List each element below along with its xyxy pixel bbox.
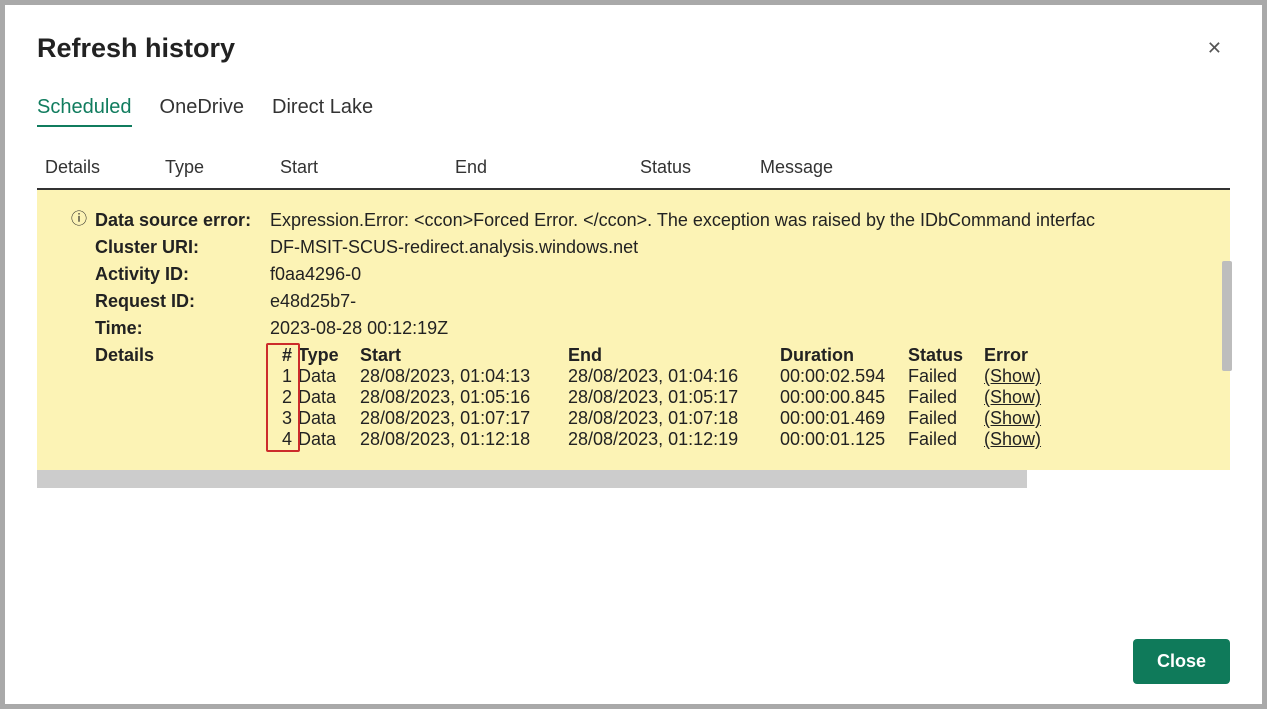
cell-start: 28/08/2023, 01:04:13 (360, 366, 568, 387)
cell-type: Data (298, 408, 360, 429)
cell-status: Failed (908, 366, 984, 387)
show-error-link[interactable]: (Show) (984, 429, 1041, 450)
cell-start: 28/08/2023, 01:05:16 (360, 387, 568, 408)
error-detail-panel: ⓘ Data source error: Expression.Error: <… (37, 190, 1230, 470)
request-id-value: e48d25b7- (270, 291, 1230, 312)
tab-direct-lake[interactable]: Direct Lake (272, 96, 373, 127)
cell-status: Failed (908, 387, 984, 408)
details-table-row: 2Data28/08/2023, 01:05:1628/08/2023, 01:… (270, 387, 1041, 408)
col-start: Start (280, 157, 455, 178)
cell-duration: 00:00:01.469 (780, 408, 908, 429)
hdr-num: # (270, 345, 298, 366)
details-table-row: 3Data28/08/2023, 01:07:1728/08/2023, 01:… (270, 408, 1041, 429)
data-source-error-label: Data source error: (95, 210, 270, 231)
cell-duration: 00:00:02.594 (780, 366, 908, 387)
time-value: 2023-08-28 00:12:19Z (270, 318, 1230, 339)
cell-num: 4 (270, 429, 298, 450)
cluster-uri-value: DF-MSIT-SCUS-redirect.analysis.windows.n… (270, 237, 1230, 258)
cell-type: Data (298, 429, 360, 450)
tab-bar: Scheduled OneDrive Direct Lake (37, 96, 1230, 127)
history-table-header: Details Type Start End Status Message (37, 157, 1230, 190)
hdr-start: Start (360, 345, 568, 366)
cell-num: 3 (270, 408, 298, 429)
cell-end: 28/08/2023, 01:05:17 (568, 387, 780, 408)
col-end: End (455, 157, 640, 178)
dialog-title: Refresh history (37, 33, 235, 64)
info-icon: ⓘ (71, 212, 87, 228)
vertical-scrollbar[interactable] (1222, 261, 1232, 371)
hdr-type: Type (298, 345, 360, 366)
hdr-error: Error (984, 345, 1028, 366)
cell-type: Data (298, 366, 360, 387)
cell-start: 28/08/2023, 01:07:17 (360, 408, 568, 429)
activity-id-label: Activity ID: (95, 264, 270, 285)
show-error-link[interactable]: (Show) (984, 387, 1041, 408)
cluster-uri-label: Cluster URI: (95, 237, 270, 258)
refresh-history-dialog: Refresh history ✕ Scheduled OneDrive Dir… (5, 5, 1262, 704)
col-message: Message (760, 157, 1222, 178)
cell-end: 28/08/2023, 01:07:18 (568, 408, 780, 429)
col-details: Details (45, 157, 165, 178)
hdr-status: Status (908, 345, 984, 366)
tab-scheduled[interactable]: Scheduled (37, 96, 132, 127)
tab-onedrive[interactable]: OneDrive (160, 96, 244, 127)
details-table-header: # Type Start End Duration Status Error (270, 345, 1041, 366)
show-error-link[interactable]: (Show) (984, 366, 1041, 387)
close-icon[interactable]: ✕ (1199, 34, 1230, 63)
cell-type: Data (298, 387, 360, 408)
cell-num: 2 (270, 387, 298, 408)
cell-start: 28/08/2023, 01:12:18 (360, 429, 568, 450)
cell-duration: 00:00:00.845 (780, 387, 908, 408)
hdr-duration: Duration (780, 345, 908, 366)
activity-id-value: f0aa4296-0 (270, 264, 1230, 285)
cell-end: 28/08/2023, 01:12:19 (568, 429, 780, 450)
details-table-row: 1Data28/08/2023, 01:04:1328/08/2023, 01:… (270, 366, 1041, 387)
details-table: # Type Start End Duration Status Error 1… (270, 345, 1041, 450)
cell-status: Failed (908, 408, 984, 429)
show-error-link[interactable]: (Show) (984, 408, 1041, 429)
hdr-end: End (568, 345, 780, 366)
horizontal-scrollbar[interactable] (37, 470, 1027, 488)
cell-duration: 00:00:01.125 (780, 429, 908, 450)
col-status: Status (640, 157, 760, 178)
data-source-error-value: Expression.Error: <ccon>Forced Error. </… (270, 210, 1230, 231)
cell-status: Failed (908, 429, 984, 450)
request-id-label: Request ID: (95, 291, 270, 312)
details-label: Details (95, 345, 270, 450)
cell-num: 1 (270, 366, 298, 387)
cell-end: 28/08/2023, 01:04:16 (568, 366, 780, 387)
time-label: Time: (95, 318, 270, 339)
details-table-row: 4Data28/08/2023, 01:12:1828/08/2023, 01:… (270, 429, 1041, 450)
col-type: Type (165, 157, 280, 178)
close-button[interactable]: Close (1133, 639, 1230, 684)
